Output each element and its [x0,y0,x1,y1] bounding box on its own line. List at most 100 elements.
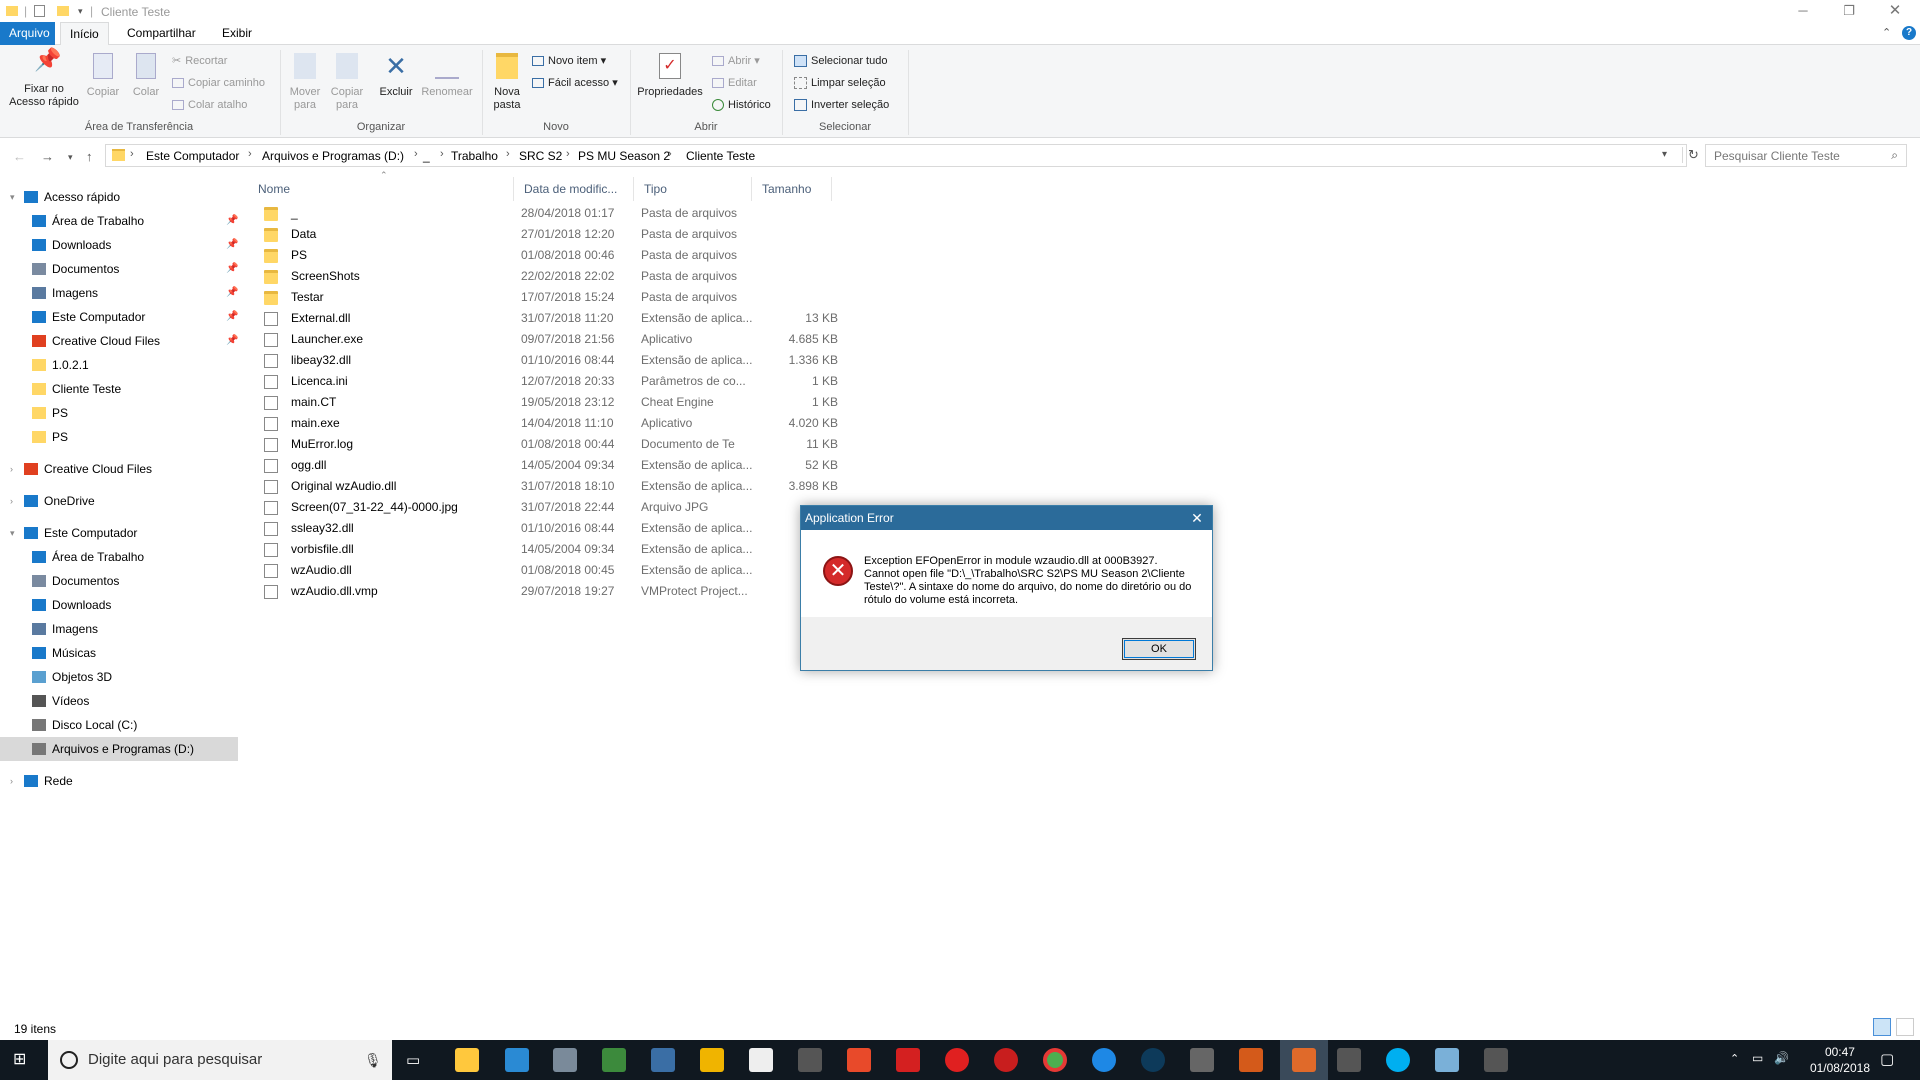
file-row[interactable]: Original wzAudio.dll 31/07/2018 18:10 Exte… [258,476,1258,497]
breadcrumb-trabalho[interactable]: Trabalho [451,149,498,163]
taskbar-app-icon[interactable] [798,1048,822,1072]
breadcrumb-ps-mu-season-2[interactable]: PS MU Season 2 [578,149,670,163]
back-arrow-icon[interactable]: ← [13,149,26,164]
nav-item[interactable]: Downloads [0,593,238,617]
column-header-size[interactable]: Tamanho [752,177,832,201]
address-dropdown-icon[interactable]: ▾ [1662,149,1667,160]
action-center-icon[interactable]: ▢ [1880,1050,1894,1068]
file-row[interactable]: main.exe 14/04/2018 11:10 Aplicativo 4.020 … [258,413,1258,434]
nav-item[interactable]: 1.0.2.1 [0,353,238,377]
nav-item[interactable]: OneDrive › [0,489,238,513]
taskbar-app-icon[interactable] [505,1048,529,1072]
recent-locations-icon[interactable]: ▾ [68,152,73,163]
network-tray-icon[interactable]: ▭ [1752,1051,1763,1065]
file-row[interactable]: Data 27/01/2018 12:20 Pasta de arquivos [258,224,1258,245]
new-folder-button[interactable]: Nova pasta [486,53,528,112]
rx-app-icon[interactable] [994,1048,1018,1072]
properties-quick-icon[interactable] [34,5,45,17]
chrome-app-icon[interactable] [1043,1048,1067,1072]
file-row[interactable]: _ 28/04/2018 01:17 Pasta de arquivos [258,203,1258,224]
dialog-close-icon[interactable]: ✕ [1182,506,1212,530]
rename-button[interactable]: Renomear [418,53,476,99]
nav-item[interactable]: Imagens 📌 [0,281,238,305]
tab-arquivo[interactable]: Arquivo [0,22,55,45]
nav-item[interactable]: Cliente Teste [0,377,238,401]
expand-chevron-icon[interactable]: › [10,769,13,793]
taskbar-app-icon[interactable] [700,1048,724,1072]
windows-start-icon[interactable]: ⊞ [13,1051,31,1069]
ok-button[interactable]: OK [1122,638,1196,660]
nav-item[interactable]: Acesso rápido ▾ [0,185,238,209]
column-header-name[interactable]: Nome [248,177,514,201]
nav-item[interactable]: Área de Trabalho 📌 [0,209,238,233]
nav-item[interactable]: Documentos [0,569,238,593]
file-row[interactable]: main.CT 19/05/2018 23:12 Cheat Engine 1 KB [258,392,1258,413]
taskbar-app-icon[interactable] [749,1048,773,1072]
nav-item[interactable]: Arquivos e Programas (D:) [0,737,238,761]
nav-item[interactable]: Este Computador 📌 [0,305,238,329]
copy-to-button[interactable]: Copiar para [326,53,368,112]
refresh-icon[interactable]: ↻ [1682,147,1699,163]
skype-app-icon[interactable] [1386,1048,1410,1072]
microphone-icon[interactable]: 🎙 [364,1040,382,1080]
select-none-button[interactable]: Limpar seleção [794,73,886,93]
taskbar-app-icon[interactable] [1337,1048,1361,1072]
nav-item[interactable]: Músicas [0,641,238,665]
delete-button[interactable]: ✕ Excluir [375,53,417,99]
expand-chevron-icon[interactable]: ▾ [10,185,15,209]
taskbar-app-icon[interactable] [1484,1048,1508,1072]
nav-item[interactable]: Objetos 3D [0,665,238,689]
nav-item[interactable]: PS [0,401,238,425]
nav-item[interactable]: Imagens [0,617,238,641]
history-button[interactable]: Histórico [712,95,771,115]
details-view-icon[interactable] [1873,1018,1891,1036]
taskbar-app-icon[interactable] [651,1048,675,1072]
select-all-button[interactable]: Selecionar tudo [794,51,887,71]
customize-quick-access-icon[interactable]: ▾ [78,6,83,17]
nav-item[interactable]: Rede › [0,769,238,793]
taskbar-app-icon[interactable] [1239,1048,1263,1072]
edit-button[interactable]: Editar [712,73,757,93]
nav-item[interactable]: Downloads 📌 [0,233,238,257]
file-row[interactable]: libeay32.dll 01/10/2016 08:44 Extensão de … [258,350,1258,371]
file-row[interactable]: ogg.dll 14/05/2004 09:34 Extensão de aplic… [258,455,1258,476]
taskbar-app-icon[interactable] [1190,1048,1214,1072]
file-row[interactable]: External.dll 31/07/2018 11:20 Extensão de … [258,308,1258,329]
expand-chevron-icon[interactable]: › [10,489,13,513]
taskbar-app-icon[interactable] [1435,1048,1459,1072]
address-field[interactable]: › Este Computador › Arquivos e Programas… [105,144,1699,167]
breadcrumb-src-s2[interactable]: SRC S2 [519,149,562,163]
nav-item[interactable]: PS [0,425,238,449]
open-button[interactable]: Abrir ▾ [712,51,760,71]
file-row[interactable]: Licenca.ini 12/07/2018 20:33 Parâmetros de… [258,371,1258,392]
file-row[interactable]: Launcher.exe 09/07/2018 21:56 Aplicativo 4.… [258,329,1258,350]
tray-overflow-icon[interactable]: ⌃ [1730,1052,1739,1065]
active-app-highlight[interactable] [1280,1040,1328,1080]
taskbar-app-icon[interactable] [1141,1048,1165,1072]
close-icon[interactable]: ✕ [1872,0,1918,22]
expand-chevron-icon[interactable]: › [10,457,13,481]
tab-compartilhar[interactable]: Compartilhar [118,22,205,45]
volume-tray-icon[interactable]: 🔊 [1774,1051,1789,1065]
file-row[interactable]: Testar 17/07/2018 15:24 Pasta de arquivos [258,287,1258,308]
pin-quick-access-button[interactable]: 📌 Fixar no Acesso rápido [4,49,84,109]
copy-path-button[interactable]: Copiar caminho [172,73,265,93]
column-header-type[interactable]: Tipo [634,177,752,201]
nav-item[interactable]: Creative Cloud Files 📌 [0,329,238,353]
invert-selection-button[interactable]: Inverter seleção [794,95,889,115]
taskbar-app-icon[interactable] [896,1048,920,1072]
properties-button[interactable]: ✓ Propriedades [634,53,706,99]
file-explorer-app-icon[interactable] [455,1048,479,1072]
taskbar-search-input[interactable]: Digite aqui para pesquisar 🎙 [48,1040,392,1080]
breadcrumb-cliente-teste[interactable]: Cliente Teste [686,149,755,163]
forward-arrow-icon[interactable]: → [41,149,54,164]
cut-button[interactable]: ✂ Recortar [172,51,227,71]
breadcrumb-drive-d[interactable]: Arquivos e Programas (D:) [262,149,404,163]
taskbar-app-icon[interactable] [1092,1048,1116,1072]
column-header-date[interactable]: Data de modific... [514,177,634,201]
taskbar-clock[interactable]: 00:47 01/08/2018 [1810,1044,1870,1076]
nav-item[interactable]: Documentos 📌 [0,257,238,281]
taskbar-app-icon[interactable] [847,1048,871,1072]
nav-item[interactable]: Disco Local (C:) [0,713,238,737]
file-row[interactable]: ScreenShots 22/02/2018 22:02 Pasta de arqu… [258,266,1258,287]
